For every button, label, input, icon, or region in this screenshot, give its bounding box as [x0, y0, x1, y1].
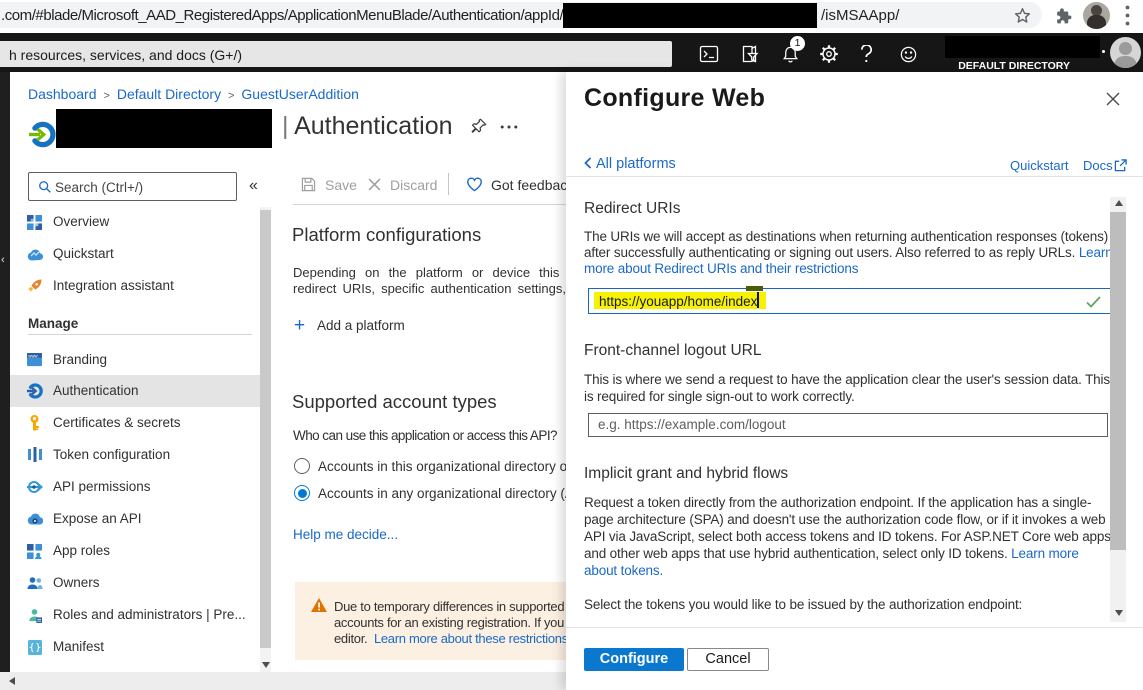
svg-text:www: www: [28, 353, 38, 358]
